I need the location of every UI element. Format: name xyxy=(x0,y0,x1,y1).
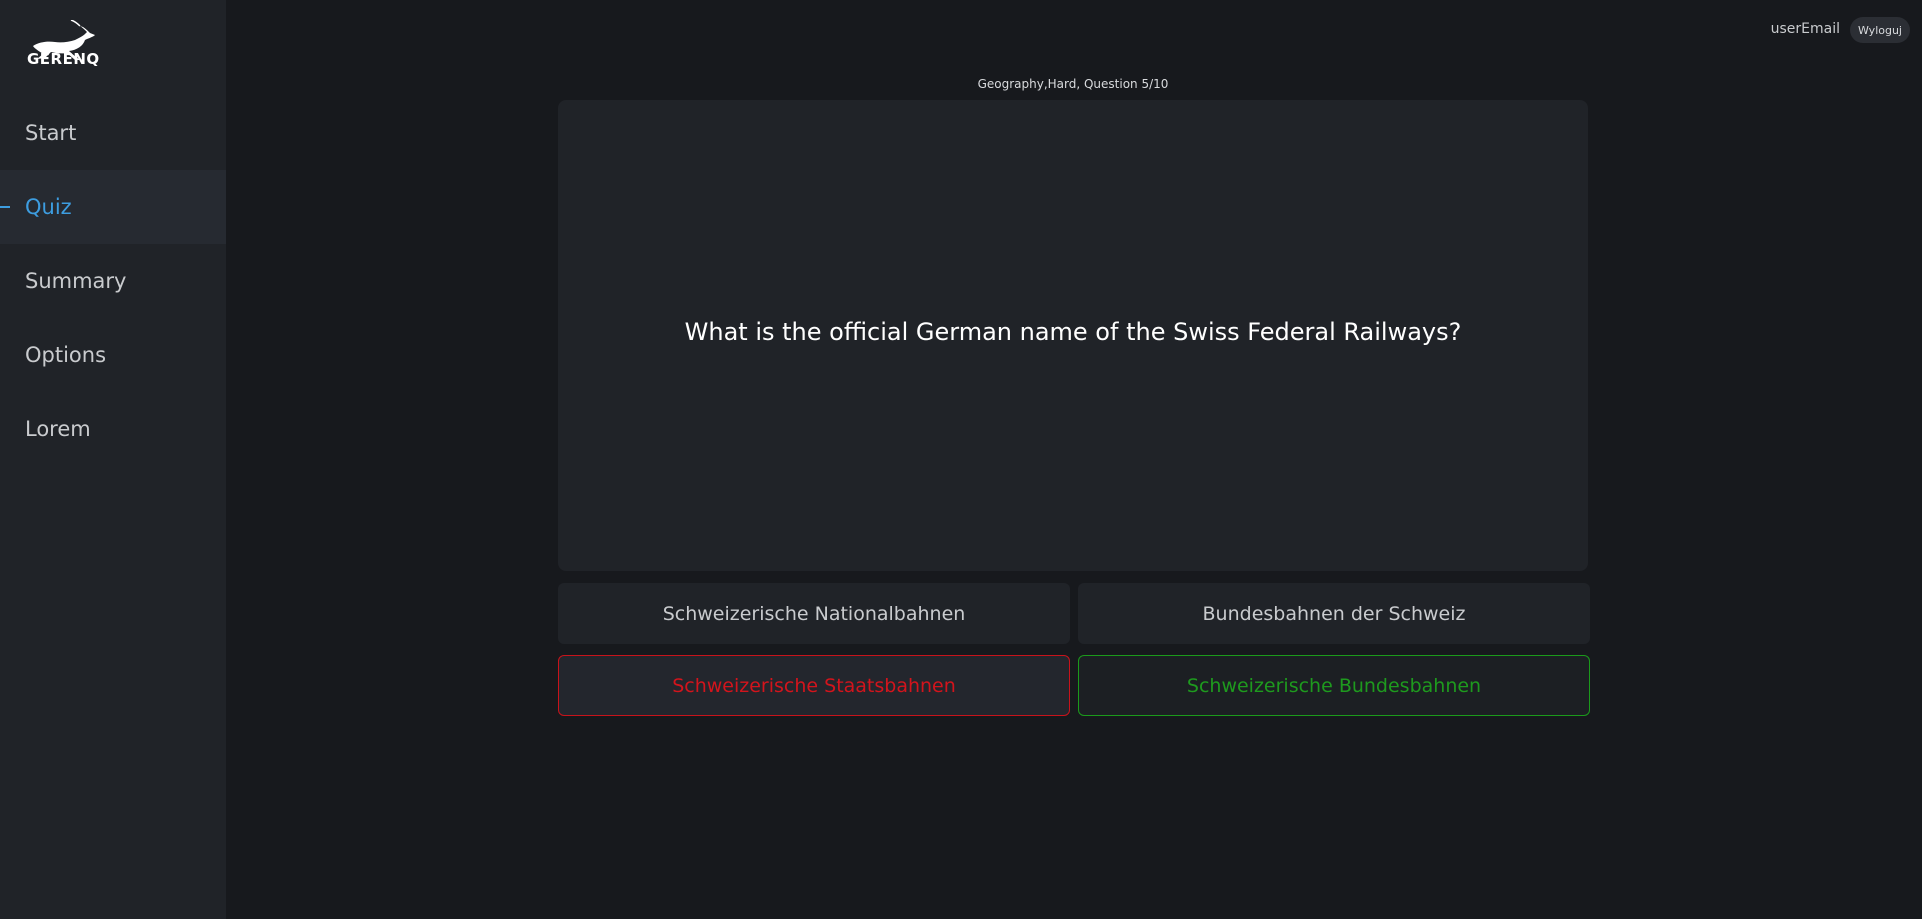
sidebar-item-lorem[interactable]: Lorem xyxy=(0,392,226,466)
sidebar-item-label: Options xyxy=(25,343,107,367)
answer-option-correct[interactable]: Schweizerische Bundesbahnen xyxy=(1078,655,1590,716)
user-email: userEmail xyxy=(1770,21,1840,37)
sidebar: GERENQ Start Quiz Summary Options Lorem xyxy=(0,0,226,919)
logout-button[interactable]: Wyloguj xyxy=(1850,17,1910,43)
answer-option[interactable]: Bundesbahnen der Schweiz xyxy=(1078,583,1590,644)
brand-logo-text: GERENQ xyxy=(27,50,100,68)
sidebar-item-summary[interactable]: Summary xyxy=(0,244,226,318)
question-card: What is the official German name of the … xyxy=(558,100,1588,571)
sidebar-item-quiz[interactable]: Quiz xyxy=(0,170,226,244)
sidebar-item-options[interactable]: Options xyxy=(0,318,226,392)
sidebar-item-start[interactable]: Start xyxy=(0,96,226,170)
sidebar-item-label: Quiz xyxy=(25,195,72,219)
sidebar-item-label: Summary xyxy=(25,269,127,293)
question-text: What is the official German name of the … xyxy=(684,318,1462,346)
answer-option-wrong[interactable]: Schweizerische Staatsbahnen xyxy=(558,655,1070,716)
active-indicator xyxy=(0,206,10,208)
app-root: GERENQ Start Quiz Summary Options Lorem … xyxy=(0,0,1922,919)
sidebar-item-label: Lorem xyxy=(25,417,91,441)
sidebar-item-label: Start xyxy=(25,121,77,145)
quiz-meta: Geography,Hard, Question 5/10 xyxy=(977,77,1169,91)
answer-option[interactable]: Schweizerische Nationalbahnen xyxy=(558,583,1070,644)
